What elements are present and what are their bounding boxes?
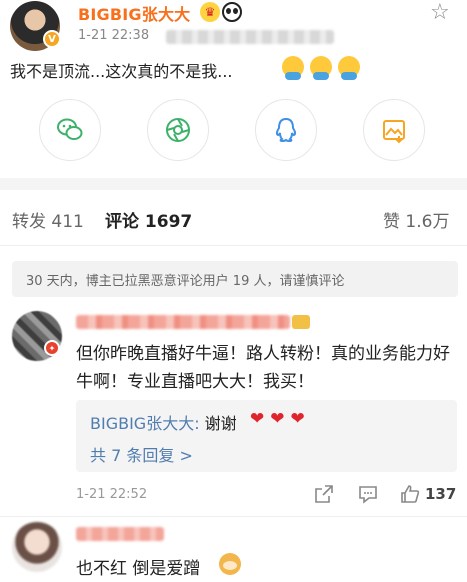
commenter-name-blurred[interactable] <box>76 315 290 329</box>
divider <box>0 516 467 517</box>
comment-timestamp: 1-21 22:52 <box>76 487 148 502</box>
like-comment-button[interactable]: 137 <box>399 483 456 505</box>
save-image-icon <box>383 120 405 144</box>
comment-icon <box>359 486 377 504</box>
heart-emojis: ❤ ❤ ❤ <box>250 409 305 429</box>
reply-text: 谢谢 <box>199 414 237 433</box>
share-qq-button[interactable] <box>255 99 317 161</box>
thumbs-up-icon <box>401 485 420 503</box>
reply-comment-button[interactable] <box>357 483 379 505</box>
commenter-avatar[interactable] <box>12 522 62 572</box>
moments-icon <box>166 118 190 142</box>
section-gap <box>0 178 467 190</box>
tab-likes[interactable]: 赞 1.6万 <box>383 207 449 232</box>
panda-icon <box>222 2 242 22</box>
comment-text: 但你昨晚直播好牛逼！路人转粉！真的业务能力好牛啊！专业直播吧大大！我买！ <box>76 344 450 392</box>
tab-comments[interactable]: 评论 1697 <box>105 207 192 232</box>
crying-emoji <box>282 56 304 80</box>
crown-icon: ♛ <box>200 2 220 22</box>
verified-badge: V <box>43 30 61 48</box>
wechat-icon <box>57 118 83 140</box>
user-badge-icon: ✦ <box>44 340 60 356</box>
dog-emoji <box>219 553 241 575</box>
tab-repost[interactable]: 转发 411 <box>12 207 84 232</box>
heart-icon: ❤ <box>270 409 285 429</box>
comment-text: 也不红 倒是爱蹭 <box>76 559 201 579</box>
crying-emoji <box>338 56 360 80</box>
share-comment-button[interactable] <box>313 483 335 505</box>
heart-icon: ❤ <box>290 409 305 429</box>
heart-icon: ❤ <box>250 409 265 429</box>
author-name[interactable]: BIGBIG张大大 <box>78 1 190 25</box>
comment-notice: 30 天内，博主已拉黑恶意评论用户 19 人，请谨慎评论 <box>12 261 458 297</box>
share-icon <box>315 485 333 503</box>
post-timestamp: 1-21 22:38 <box>78 28 150 43</box>
divider <box>0 245 467 246</box>
reply-author[interactable]: BIGBIG张大大: <box>90 414 200 433</box>
share-wechat-button[interactable] <box>39 99 101 161</box>
member-badge-icon <box>292 315 310 329</box>
star-icon[interactable]: ☆ <box>430 0 450 25</box>
blurred-source-info <box>166 30 334 44</box>
emoji-row <box>282 56 360 80</box>
commenter-name-blurred[interactable] <box>76 527 164 541</box>
qq-icon <box>275 117 297 143</box>
share-moments-button[interactable] <box>147 99 209 161</box>
save-image-button[interactable] <box>363 99 425 161</box>
crying-emoji <box>310 56 332 80</box>
post-text: 我不是顶流...这次真的不是我... <box>10 62 233 81</box>
reply-line: BIGBIG张大大: 谢谢 <box>90 410 237 434</box>
view-replies-link[interactable]: 共 7 条回复 > <box>90 442 193 466</box>
like-count: 137 <box>425 485 457 503</box>
